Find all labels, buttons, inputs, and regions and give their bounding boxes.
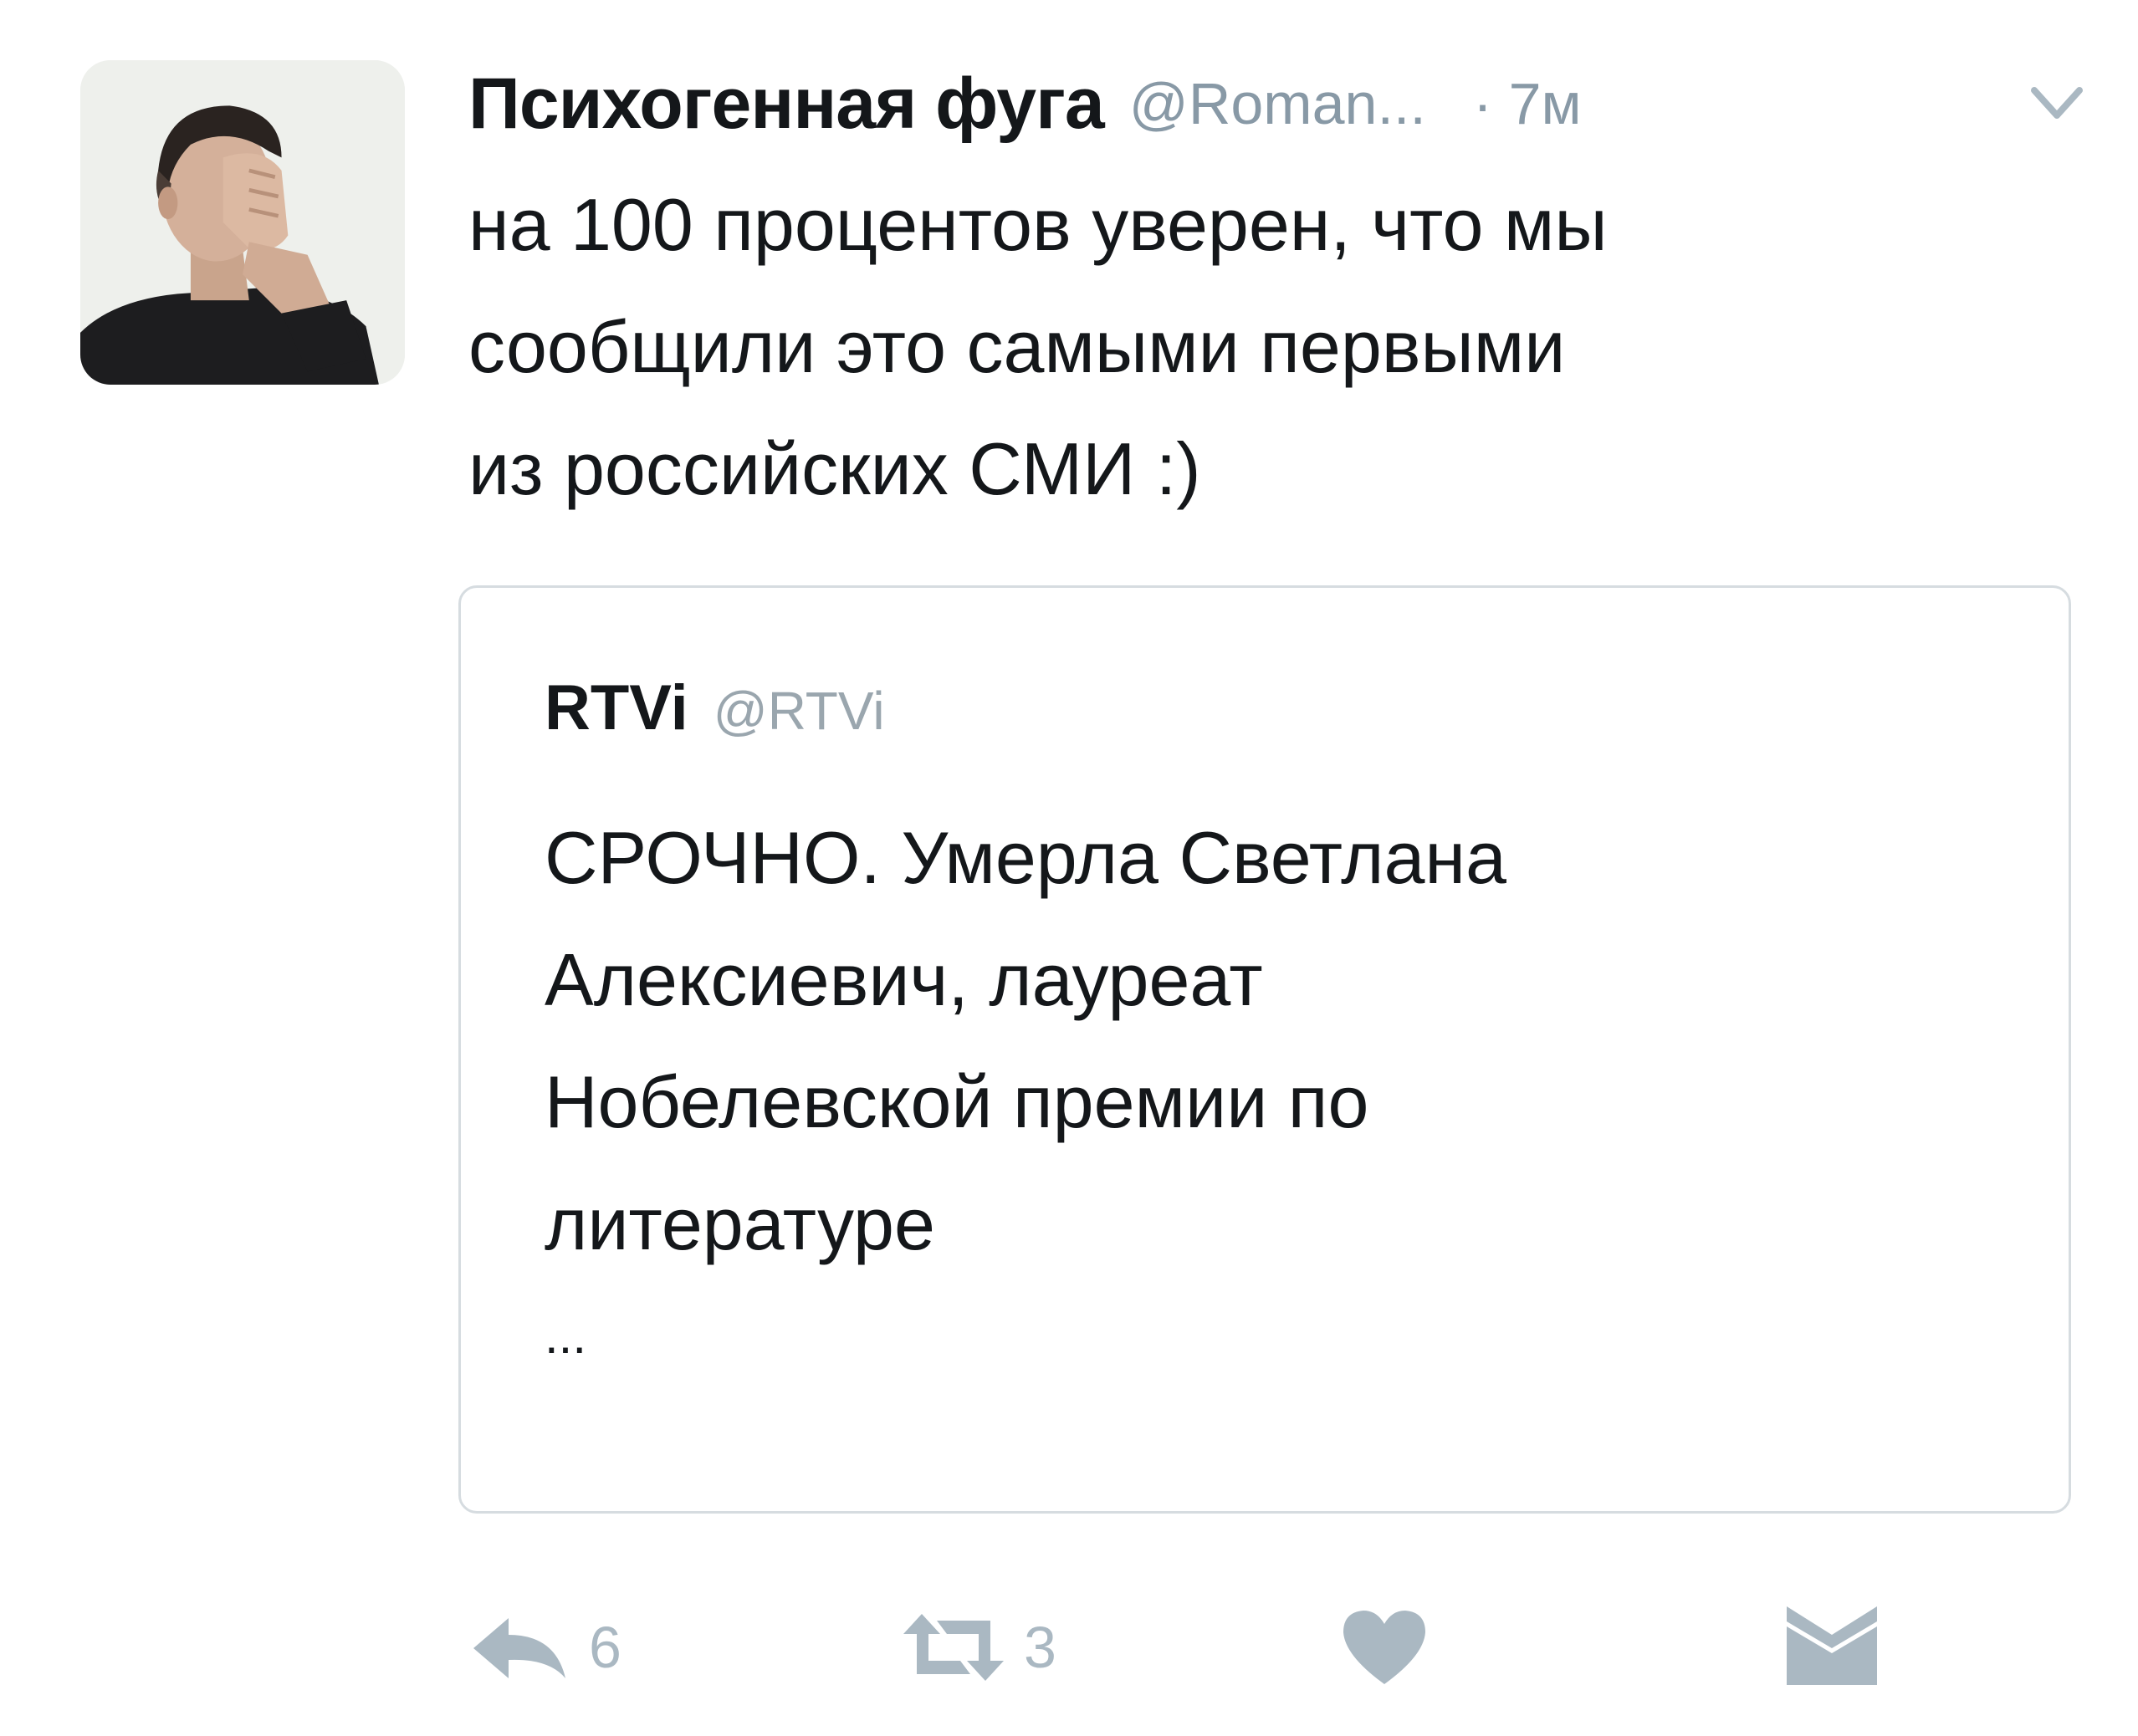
reply-button[interactable]: 6 bbox=[468, 1589, 621, 1706]
tweet-text-line: из российских СМИ :) bbox=[468, 427, 1201, 510]
quoted-username: @RTVi bbox=[713, 681, 885, 741]
tweet-text-line: сообщили это самыми первыми bbox=[468, 305, 1566, 388]
display-name[interactable]: Психогенная фуга bbox=[468, 63, 1105, 146]
avatar-image bbox=[80, 60, 405, 385]
tweet-header: Психогенная фуга @Roman... · 7м bbox=[468, 54, 2108, 154]
avatar[interactable] bbox=[80, 60, 405, 385]
quoted-tweet-text: СРОЧНО. Умерла Светлана Алексиевич, лаур… bbox=[545, 797, 1506, 1285]
retweet-button[interactable]: 3 bbox=[895, 1589, 1056, 1706]
quoted-display-name: RTVi bbox=[545, 672, 688, 743]
heart-icon bbox=[1343, 1611, 1425, 1684]
envelope-icon bbox=[1787, 1606, 1877, 1685]
retweet-icon bbox=[903, 1614, 1004, 1681]
reply-icon bbox=[473, 1618, 565, 1678]
tweet-text-line: на 100 процентов уверен, что мы bbox=[468, 183, 1608, 266]
timestamp[interactable]: · 7м bbox=[1473, 70, 1582, 137]
quoted-ellipsis: ... bbox=[545, 1308, 587, 1364]
quoted-text-line: Нобелевской премии по bbox=[545, 1060, 1369, 1143]
tweet-actions: 6 3 bbox=[468, 1589, 2108, 1706]
direct-message-button[interactable] bbox=[1782, 1589, 1882, 1706]
quoted-text-line: СРОЧНО. Умерла Светлана bbox=[545, 816, 1506, 899]
reply-count: 6 bbox=[589, 1615, 621, 1680]
username[interactable]: @Roman... bbox=[1129, 70, 1426, 137]
tweet-text: на 100 процентов уверен, что мы сообщили… bbox=[468, 164, 2058, 530]
chevron-down-icon[interactable] bbox=[2028, 79, 2086, 129]
quoted-tweet-card[interactable]: RTVi @RTVi СРОЧНО. Умерла Светлана Алекс… bbox=[458, 585, 2071, 1514]
quoted-tweet-header: RTVi @RTVi bbox=[545, 671, 885, 744]
quoted-text-line: Алексиевич, лауреат bbox=[545, 938, 1263, 1021]
retweet-count: 3 bbox=[1024, 1615, 1056, 1680]
like-button[interactable] bbox=[1338, 1589, 1430, 1706]
quoted-text-line: литературе bbox=[545, 1182, 935, 1265]
